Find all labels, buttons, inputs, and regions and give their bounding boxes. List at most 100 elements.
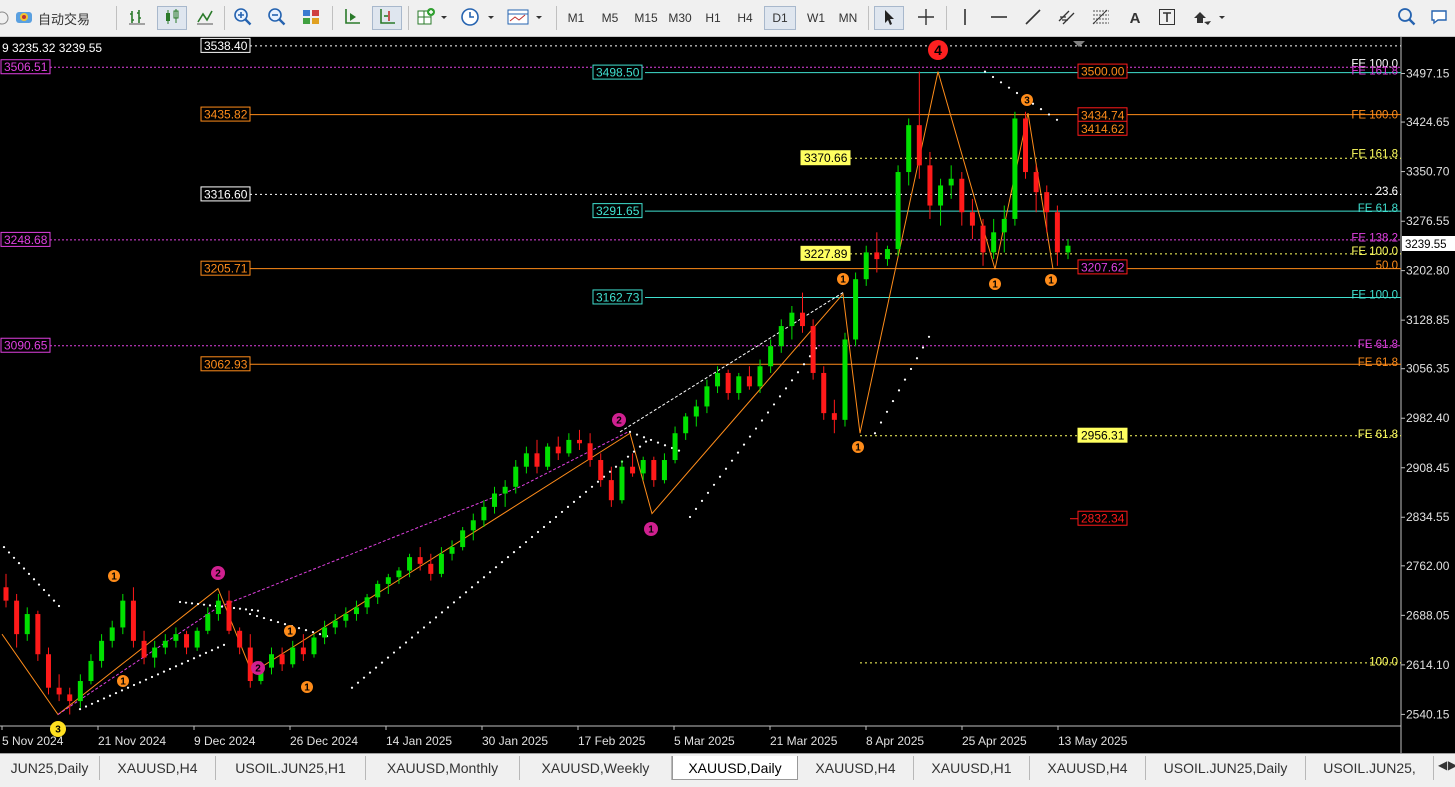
sar-dot	[17, 562, 21, 565]
tab-usoil-partial[interactable]: USOIL.JUN25,	[1306, 756, 1434, 780]
periods-button[interactable]	[458, 6, 498, 30]
price-level-label: 2956.31	[1081, 429, 1125, 443]
sar-dot	[208, 604, 212, 607]
sar-dot	[742, 443, 746, 446]
candle-body	[24, 614, 30, 635]
timeframe-h1[interactable]: H1	[700, 6, 726, 30]
autotrade-button[interactable]: 自动交易	[14, 6, 110, 30]
price-tick-label: 3276.55	[1406, 214, 1450, 228]
timeframe-h4[interactable]: H4	[732, 6, 758, 30]
tab-usoil-h1[interactable]: USOIL.JUN25,H1	[216, 756, 366, 780]
cursor-tool-button[interactable]	[874, 6, 904, 30]
tab-xauusd-h4-2[interactable]: XAUUSD,H4	[798, 756, 914, 780]
wave-marker-label: 1	[111, 572, 117, 583]
tab-xauusd-weekly[interactable]: XAUUSD,Weekly	[520, 756, 672, 780]
sar-dot	[168, 667, 172, 671]
sar-dot	[700, 499, 704, 502]
candle-body	[14, 600, 20, 635]
sar-dot	[500, 561, 504, 564]
text-tool-button[interactable]: A	[1122, 6, 1148, 30]
price-level-label: 3538.40	[204, 39, 248, 53]
tab-xauusd-daily[interactable]: XAUUSD,Daily	[672, 756, 798, 780]
timeframe-m1[interactable]: M1	[562, 6, 590, 30]
bar-chart-button[interactable]	[124, 6, 150, 30]
horizontal-line-button[interactable]	[986, 6, 1012, 30]
timeframe-mn[interactable]: MN	[834, 6, 862, 30]
candle-body	[969, 212, 975, 226]
sar-dot	[512, 551, 516, 554]
indicators-button[interactable]	[414, 6, 452, 30]
sar-dot	[180, 662, 184, 665]
equidistant-channel-button[interactable]	[1054, 6, 1080, 30]
zoom-out-button[interactable]	[264, 6, 290, 30]
tab-jun25-daily[interactable]: JUN25,Daily	[0, 756, 100, 780]
timeframe-w1[interactable]: W1	[802, 6, 830, 30]
sar-dot	[554, 515, 558, 519]
auto-scroll-button[interactable]	[338, 6, 366, 30]
chat-button[interactable]	[1426, 6, 1452, 30]
sar-dot	[422, 626, 426, 629]
fibonacci-button[interactable]	[1088, 6, 1114, 30]
sar-dot	[283, 622, 287, 626]
tile-windows-button[interactable]	[298, 6, 324, 30]
candle-body	[534, 453, 540, 467]
search-button[interactable]	[1394, 6, 1420, 30]
arrows-button[interactable]	[1190, 6, 1230, 30]
sar-dot	[991, 75, 995, 79]
zoom-in-button[interactable]	[230, 6, 256, 30]
candle-body	[481, 506, 487, 521]
sar-dot	[37, 583, 41, 586]
timeframe-d1[interactable]: D1	[764, 6, 796, 30]
candle-body	[789, 312, 795, 327]
date-tick-label: 9 Dec 2024	[194, 734, 256, 748]
sar-dot	[2, 545, 6, 549]
sar-dot	[184, 601, 188, 604]
crosshair-tool-button[interactable]	[912, 6, 940, 30]
bull-candle	[194, 627, 200, 651]
trendline-button[interactable]	[1020, 6, 1046, 30]
sar-dot	[790, 379, 794, 382]
templates-button[interactable]	[504, 6, 548, 30]
candlestick-chart-button[interactable]	[157, 6, 187, 30]
chart-window-tabs: JUN25,Daily XAUUSD,H4 USOIL.JUN25,H1 XAU…	[0, 753, 1455, 787]
tab-xauusd-h4-3[interactable]: XAUUSD,H4	[1030, 756, 1146, 780]
price-chart[interactable]: 412122111111133 3538.40 3506.51 3498.50 343…	[0, 37, 1455, 753]
horizontal-line-icon	[990, 8, 1008, 29]
trendline-icon	[1024, 8, 1042, 29]
zoom-in-icon	[233, 7, 253, 30]
price-tick-label: 3128.85	[1406, 313, 1450, 327]
tab-usoil-daily[interactable]: USOIL.JUN25,Daily	[1146, 756, 1306, 780]
main-toolbar: 自动交易 M1 M5 M15 M30 H1 H4 D1 W1 MN A	[0, 0, 1455, 37]
candle-body	[587, 443, 593, 461]
tab-xauusd-monthly[interactable]: XAUUSD,Monthly	[366, 756, 520, 780]
tab-scroll-right-icon[interactable]: ▶	[1448, 758, 1455, 772]
timeframe-m30[interactable]: M30	[664, 6, 696, 30]
timeframe-m5[interactable]: M5	[596, 6, 624, 30]
wave-marker-label: 1	[855, 443, 861, 454]
candle-body	[343, 614, 349, 621]
date-tick-label: 5 Nov 2024	[2, 734, 64, 748]
candlestick-icon	[163, 8, 181, 29]
tab-scroll-left-icon[interactable]: ◀	[1438, 758, 1447, 772]
candle-body	[460, 530, 466, 548]
timeframe-m15[interactable]: M15	[630, 6, 662, 30]
fibonacci-label: 50.0	[1376, 260, 1398, 272]
sar-dot	[649, 438, 653, 442]
sar-dot	[999, 81, 1003, 84]
candle-body	[874, 252, 880, 260]
line-chart-button[interactable]	[192, 6, 218, 30]
sar-dot	[380, 661, 384, 664]
fibonacci-label: FE 161.8	[1351, 65, 1398, 77]
sar-dot	[374, 666, 378, 669]
vertical-line-button[interactable]	[952, 6, 978, 30]
tab-xauusd-h1[interactable]: XAUUSD,H1	[914, 756, 1030, 780]
candle-body	[67, 694, 73, 702]
sar-dot	[386, 656, 390, 659]
sar-dot	[584, 490, 588, 493]
price-level-label: 3316.60	[204, 187, 248, 201]
sar-dot	[42, 588, 46, 592]
text-label-button[interactable]	[1154, 6, 1180, 30]
chart-shift-button[interactable]	[372, 6, 402, 30]
text-label-icon	[1158, 8, 1176, 29]
tab-xauusd-h4[interactable]: XAUUSD,H4	[100, 756, 216, 780]
